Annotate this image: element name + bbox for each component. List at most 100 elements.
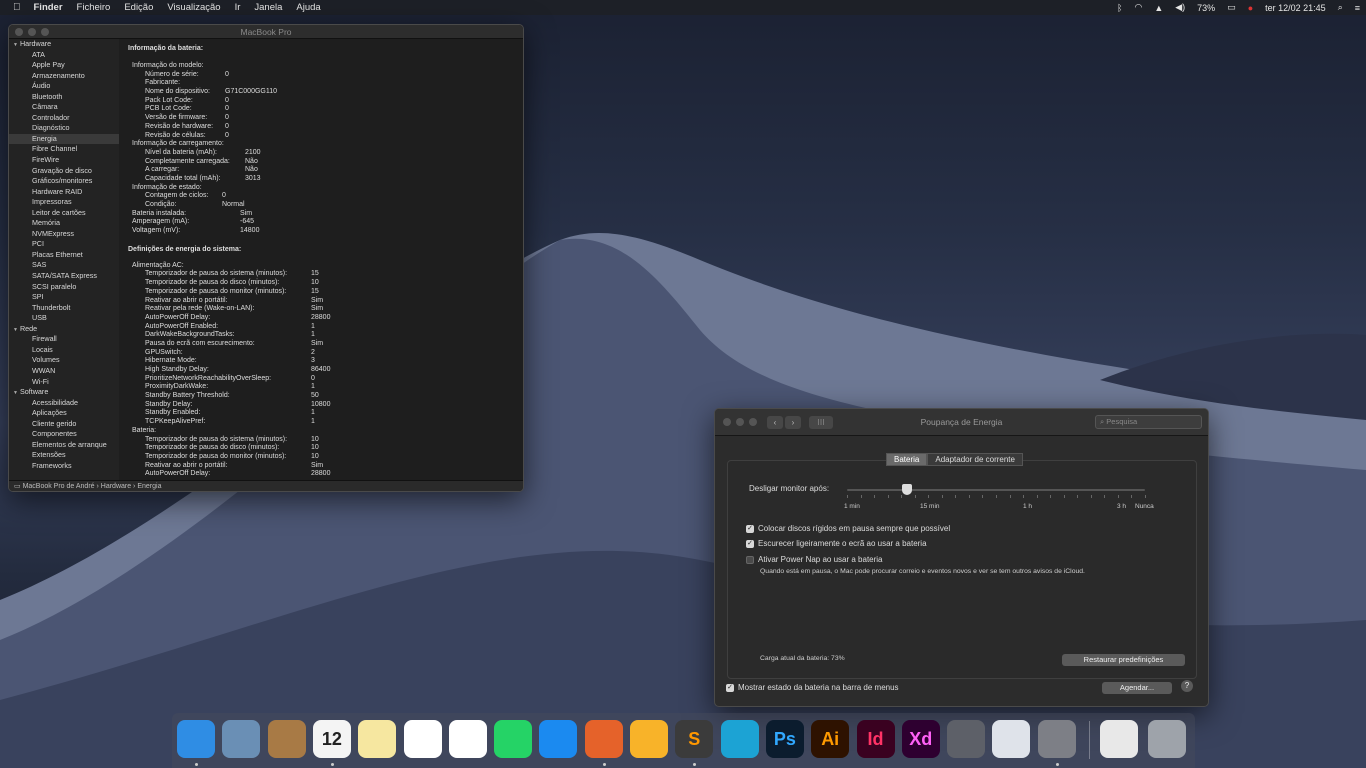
sidebar-item[interactable]: Energia xyxy=(9,133,119,145)
sidebar-item[interactable]: Leitor de cartões xyxy=(9,208,119,219)
checkbox-dim-display[interactable]: ✓ Escurecer ligeiramente o ecrã ao usar a… xyxy=(746,539,927,548)
appstore-icon[interactable] xyxy=(539,720,578,758)
sidebar-item[interactable]: Controlador xyxy=(9,113,119,124)
sidebar-item[interactable]: Thunderbolt xyxy=(9,303,119,314)
menu-ajuda[interactable]: Ajuda xyxy=(289,2,327,13)
sidebar-item[interactable]: Armazenamento xyxy=(9,71,119,82)
indesign-icon[interactable]: Id xyxy=(856,720,895,758)
restore-defaults-button[interactable]: Restaurar predefinições xyxy=(1062,654,1185,666)
sidebar-item[interactable]: Volumes xyxy=(9,355,119,366)
sidebar-item[interactable]: SATA/SATA Express xyxy=(9,271,119,282)
sidebar-item[interactable]: Impressoras xyxy=(9,197,119,208)
notes-icon[interactable] xyxy=(358,720,397,758)
preview-icon[interactable] xyxy=(222,720,261,758)
itunes-icon[interactable] xyxy=(448,720,487,758)
checkbox-disk-sleep[interactable]: ✓ Colocar discos rígidos em pausa sempre … xyxy=(746,524,950,533)
sidebar-item[interactable]: ATA xyxy=(9,50,119,61)
forward-button[interactable]: › xyxy=(785,416,801,429)
disclosure-triangle-icon[interactable]: ▼ xyxy=(13,42,18,48)
finder-icon[interactable] xyxy=(177,720,215,758)
disclosure-triangle-icon[interactable]: ▼ xyxy=(13,327,18,333)
sidebar-item[interactable]: Memória xyxy=(9,218,119,229)
trash-icon[interactable] xyxy=(1148,720,1186,758)
checkbox-empty[interactable] xyxy=(746,555,754,564)
calendar-icon[interactable]: 12 xyxy=(312,720,351,758)
sidebar-item[interactable]: Wi-Fi xyxy=(9,377,119,388)
wifi-icon[interactable]: ◠ xyxy=(1128,2,1148,13)
apple-icon[interactable]:  xyxy=(0,2,27,13)
sidebar-item[interactable]: NVMExpress xyxy=(9,229,119,240)
sidebar-item[interactable]: Firewall xyxy=(9,334,119,345)
display-sleep-slider-track[interactable] xyxy=(847,489,1145,491)
sidebar-item[interactable]: Áudio xyxy=(9,81,119,92)
volume-icon[interactable]: ◀) xyxy=(1169,2,1191,13)
check-icon[interactable]: ✓ xyxy=(746,539,754,548)
sidebar-item[interactable]: Bluetooth xyxy=(9,92,119,103)
battery-icon[interactable]: ▭ xyxy=(1221,2,1242,13)
close-button[interactable] xyxy=(723,418,731,426)
menu-edicao[interactable]: Edição xyxy=(117,2,160,13)
sidebar-item[interactable]: SPI xyxy=(9,292,119,303)
search-input[interactable]: ⌕ Pesquisa xyxy=(1095,415,1202,429)
sidebar-item[interactable]: Placas Ethernet xyxy=(9,250,119,261)
sidebar-item[interactable]: Gravação de disco xyxy=(9,166,119,177)
sidebar-item[interactable]: SCSI paralelo xyxy=(9,282,119,293)
photos-icon[interactable] xyxy=(403,720,442,758)
sidebar-item[interactable]: Locais xyxy=(9,345,119,356)
sketch-icon[interactable] xyxy=(630,720,668,758)
sidebar-group[interactable]: ▼ Rede xyxy=(9,324,119,335)
sidebar-item[interactable]: Câmara xyxy=(9,102,119,113)
sidebar-item[interactable]: USB xyxy=(9,313,119,324)
tab-adaptador[interactable]: Adaptador de corrente xyxy=(927,453,1023,466)
checkbox-power-nap[interactable]: Ativar Power Nap ao usar a bateria xyxy=(746,555,883,564)
zoom-button[interactable] xyxy=(41,28,49,36)
sidebar-item[interactable]: Cliente gerido xyxy=(9,419,119,430)
sidebar-item[interactable]: SAS xyxy=(9,260,119,271)
input-flag-icon[interactable]: ● xyxy=(1242,3,1259,13)
bluetooth-icon[interactable]: ᛒ xyxy=(1111,3,1128,13)
check-icon[interactable]: ✓ xyxy=(726,683,734,692)
show-all-grid-icon[interactable]: ⁝⁝⁝ xyxy=(809,416,833,429)
check-icon[interactable]: ✓ xyxy=(746,524,754,533)
sidebar-item[interactable]: Diagnóstico xyxy=(9,123,119,134)
close-button[interactable] xyxy=(15,28,23,36)
sidebar-item[interactable]: Fibre Channel xyxy=(9,144,119,155)
photoshop-icon[interactable]: Ps xyxy=(765,720,804,758)
clock[interactable]: ter 12/02 21:45 xyxy=(1259,3,1332,13)
sidebar-item[interactable]: Frameworks xyxy=(9,461,119,472)
menu-ficheiro[interactable]: Ficheiro xyxy=(70,2,118,13)
minimize-button[interactable] xyxy=(28,28,36,36)
sidebar-item[interactable]: Acessibilidade xyxy=(9,398,119,409)
sidebar-item[interactable]: Extensões xyxy=(9,450,119,461)
sublime-icon[interactable]: S xyxy=(675,720,714,758)
sidebar-item[interactable]: Elementos de arranque xyxy=(9,440,119,451)
sourcetree-icon[interactable] xyxy=(720,720,759,758)
sidebar-item[interactable]: Hardware RAID xyxy=(9,187,119,198)
checkbox-show-status[interactable]: ✓ Mostrar estado da bateria na barra de m… xyxy=(726,683,899,692)
contacts-icon[interactable] xyxy=(267,720,306,758)
help-button[interactable]: ? xyxy=(1181,680,1193,692)
zoom-button[interactable] xyxy=(749,418,757,426)
tab-bateria[interactable]: Bateria xyxy=(886,453,928,466)
sidebar-group[interactable]: ▼ Software xyxy=(9,387,119,398)
menu-ir[interactable]: Ir xyxy=(228,2,248,13)
sidebar-item[interactable]: Gráficos/monitores xyxy=(9,176,119,187)
spotlight-icon[interactable]: ⌕ xyxy=(1332,2,1349,13)
sidebar-item[interactable]: Componentes xyxy=(9,429,119,440)
sidebar-item[interactable]: PCI xyxy=(9,239,119,250)
sidebar-item[interactable]: Aplicações xyxy=(9,408,119,419)
airplay-icon[interactable]: ▲ xyxy=(1148,3,1169,13)
disclosure-triangle-icon[interactable]: ▼ xyxy=(13,390,18,396)
illustrator-icon[interactable]: Ai xyxy=(811,720,850,758)
firefox-icon[interactable] xyxy=(584,720,623,758)
menu-app-name[interactable]: Finder xyxy=(27,2,70,13)
menu-visualizacao[interactable]: Visualização xyxy=(160,2,227,13)
display-sleep-slider-knob[interactable] xyxy=(901,484,912,495)
battery-percent[interactable]: 73% xyxy=(1191,3,1221,13)
sidebar-item[interactable]: FireWire xyxy=(9,155,119,166)
sidebar-group[interactable]: ▼ Hardware xyxy=(9,39,119,50)
system-info-icon[interactable] xyxy=(947,720,986,758)
notification-center-icon[interactable]: ≡ xyxy=(1349,3,1366,13)
menu-janela[interactable]: Janela xyxy=(247,2,289,13)
system-preferences-icon[interactable] xyxy=(1037,720,1076,758)
